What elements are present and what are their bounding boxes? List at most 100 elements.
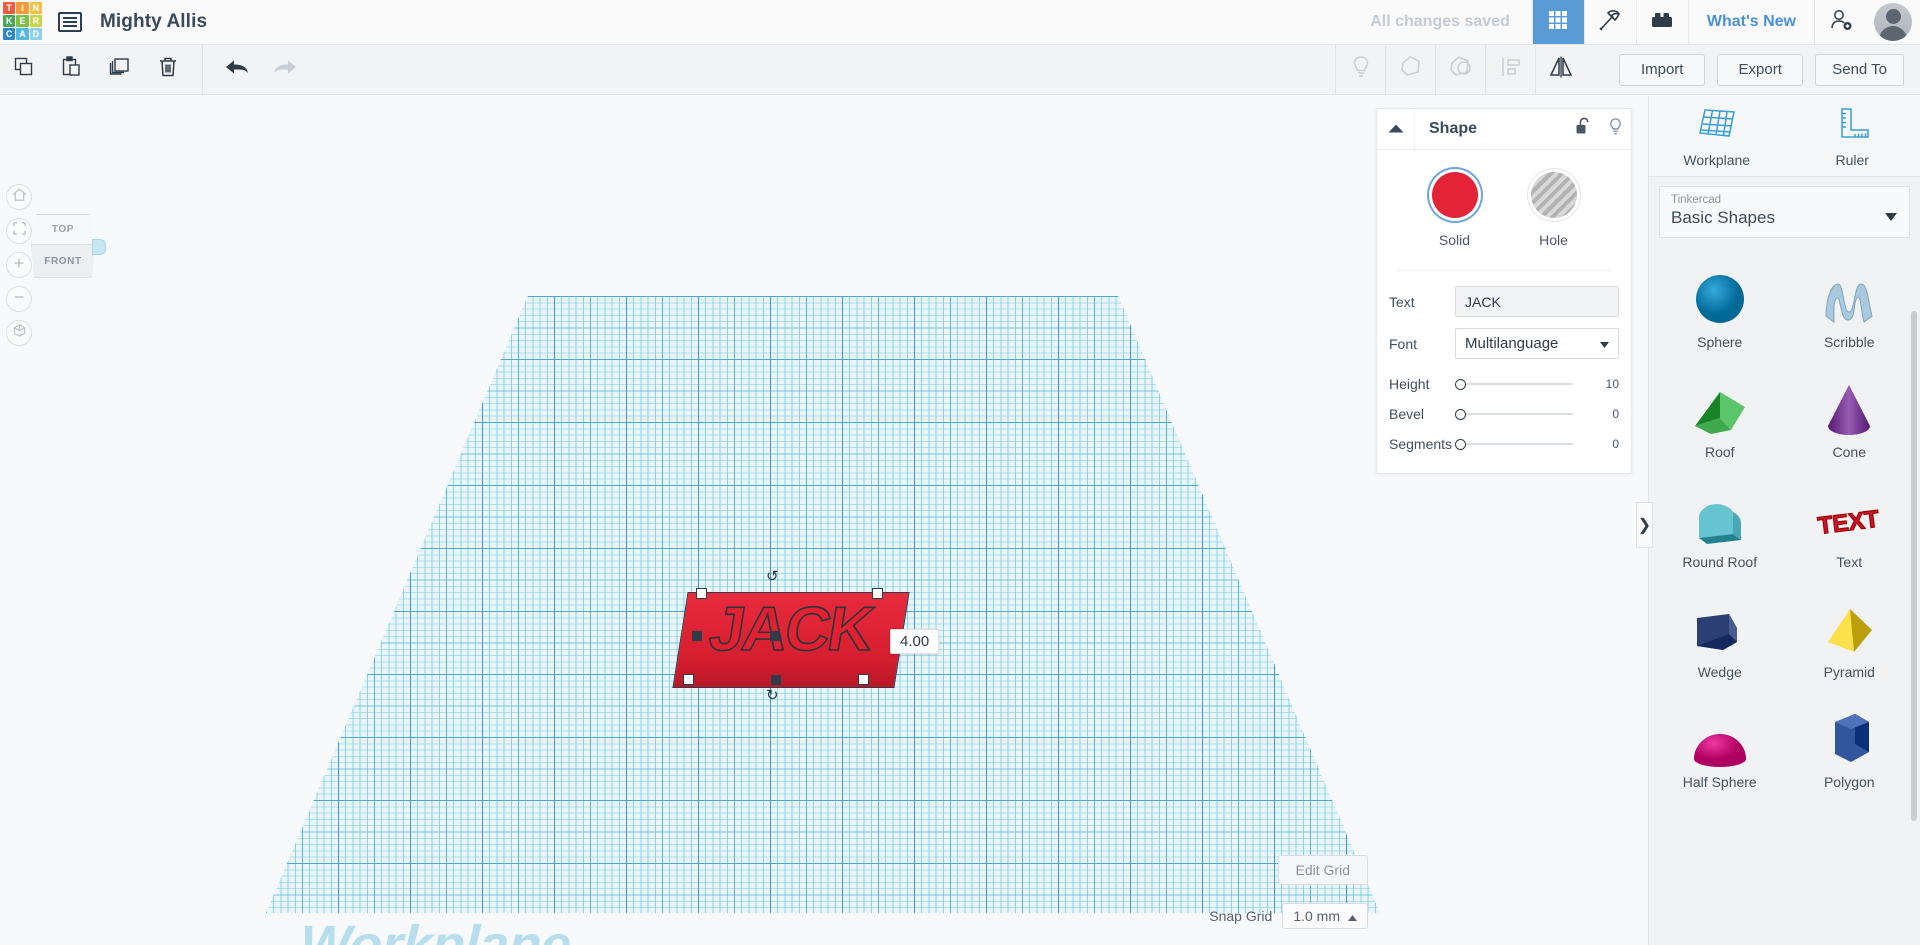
edit-grid-button[interactable]: Edit Grid [1277, 855, 1368, 885]
import-button[interactable]: Import [1619, 53, 1706, 86]
lightbulb-icon [1349, 54, 1373, 85]
rotate-handle-bottom[interactable]: ↻ [766, 686, 779, 704]
trash-icon [156, 55, 180, 84]
invite-user-button[interactable] [1814, 0, 1866, 44]
library-shape-roof[interactable]: Roof [1655, 360, 1785, 470]
ruler-tool[interactable]: Ruler [1785, 96, 1920, 176]
rotate-handle-top[interactable]: ↺ [766, 567, 779, 585]
delete-button[interactable] [144, 45, 192, 95]
segments-slider-knob[interactable] [1455, 438, 1466, 450]
group-button[interactable] [1335, 44, 1385, 95]
export-button[interactable]: Export [1717, 53, 1804, 86]
home-view-button[interactable] [6, 184, 32, 210]
bevel-slider-row: Bevel 0 [1389, 399, 1619, 429]
bevel-slider-label: Bevel [1389, 406, 1425, 422]
shape-light-button[interactable] [1599, 117, 1631, 142]
view-cube-top-face[interactable]: TOP [31, 214, 95, 245]
header-spacer [207, 0, 1370, 44]
height-slider[interactable] [1455, 374, 1587, 394]
redo-button[interactable] [261, 45, 309, 95]
library-shape-round-roof[interactable]: Round Roof [1655, 470, 1785, 580]
minecraft-button[interactable] [1583, 0, 1636, 44]
user-avatar-image [1874, 3, 1912, 41]
shape-panel-header: Shape [1377, 108, 1631, 150]
workplane-tool[interactable]: Workplane [1649, 96, 1785, 176]
logo-tile-e: E [16, 15, 29, 27]
logo-tile-t: T [3, 2, 16, 14]
page-title: Mighty Allis [100, 11, 208, 32]
avatar[interactable] [1866, 0, 1920, 44]
shape-panel-collapse-button[interactable] [1377, 108, 1415, 150]
cube-view-icon [12, 323, 27, 343]
align-button[interactable] [1485, 44, 1535, 95]
paste-button[interactable] [48, 45, 96, 95]
resize-handle-br[interactable] [858, 674, 869, 685]
library-shape-label: Polygon [1823, 774, 1875, 790]
resize-handle-tr[interactable] [872, 588, 883, 599]
library-shape-sphere[interactable]: Sphere [1655, 250, 1785, 360]
project-menu-button[interactable] [44, 0, 96, 44]
apps-grid-button[interactable] [1531, 0, 1584, 44]
resize-handle-bl[interactable] [683, 674, 694, 685]
hole-group-button[interactable] [1435, 44, 1485, 95]
view-cube[interactable]: TOP FRONT [28, 214, 106, 278]
chevron-up-icon [1388, 120, 1404, 138]
zoom-out-button[interactable] [6, 286, 32, 312]
library-shape-text[interactable]: TEXT Text [1785, 470, 1915, 580]
bevel-slider[interactable] [1455, 404, 1587, 424]
height-slider-value: 10 [1605, 377, 1619, 391]
height-slider-knob[interactable] [1455, 378, 1466, 390]
zoom-in-button[interactable] [6, 252, 32, 278]
view-cube-front-face[interactable]: FRONT [31, 245, 95, 278]
snap-grid-select[interactable]: 1.0 mm [1282, 903, 1368, 929]
scribble-icon [1785, 266, 1915, 328]
logo-tile-d: D [29, 28, 42, 40]
library-shape-cone[interactable]: Cone [1785, 360, 1915, 470]
shape-mode-solid[interactable]: Solid [1412, 172, 1498, 248]
library-collapse-tab[interactable]: ❯ [1636, 502, 1653, 548]
library-shape-half-sphere[interactable]: Half Sphere [1655, 690, 1785, 800]
font-select[interactable]: Multilanguage [1455, 328, 1619, 359]
tinkercad-logo[interactable]: TIN KER CAD [0, 0, 44, 42]
resize-handle-bottom[interactable] [771, 675, 781, 685]
copy-button[interactable] [0, 45, 48, 95]
library-shape-pyramid[interactable]: Pyramid [1785, 580, 1915, 690]
polygon-circle-icon [1448, 54, 1474, 85]
blocks-button[interactable] [1635, 0, 1688, 44]
library-shape-label: Pyramid [1823, 664, 1875, 680]
height-slider-row: Height 10 [1389, 369, 1619, 399]
resize-handle-left[interactable] [692, 631, 702, 641]
snap-grid-label: Snap Grid [1209, 908, 1273, 924]
ungroup-button[interactable] [1385, 44, 1435, 95]
ortho-perspective-button[interactable] [6, 320, 32, 346]
segments-slider[interactable] [1455, 434, 1587, 454]
shape-mode-selector: Solid Hole [1389, 168, 1619, 248]
library-shape-label: Round Roof [1682, 554, 1758, 570]
library-shape-polygon[interactable]: Polygon [1785, 690, 1915, 800]
resize-handle-tl[interactable] [696, 588, 707, 599]
view-cube-right-face[interactable] [92, 239, 106, 255]
library-shape-wedge[interactable]: Wedge [1655, 580, 1785, 690]
shape-lock-button[interactable] [1567, 117, 1599, 141]
selected-shape-jack[interactable]: JACK ↺ ↻ 4.00 [672, 568, 940, 704]
half-sphere-icon [1655, 706, 1785, 768]
pickaxe-icon [1597, 7, 1623, 38]
ruler-tool-label: Ruler [1835, 152, 1869, 168]
whats-new-link[interactable]: What's New [1687, 0, 1814, 44]
fit-view-button[interactable] [6, 218, 32, 244]
library-category-dropdown[interactable]: Tinkercad Basic Shapes [1659, 186, 1910, 238]
undo-button[interactable] [213, 45, 261, 95]
shape-mode-hole[interactable]: Hole [1511, 172, 1597, 248]
duplicate-button[interactable] [96, 45, 144, 95]
library-shape-scribble[interactable]: Scribble [1785, 250, 1915, 360]
polygon-icon [1398, 54, 1424, 85]
text-input[interactable]: JACK [1455, 286, 1619, 317]
bevel-slider-knob[interactable] [1455, 408, 1466, 420]
send-to-button[interactable]: Send To [1815, 53, 1904, 86]
text-field-label: Text [1389, 293, 1415, 310]
mirror-button[interactable] [1535, 44, 1585, 95]
library-shape-label: Wedge [1697, 664, 1742, 680]
shape-mode-hole-label: Hole [1539, 232, 1568, 248]
library-scrollbar[interactable] [1911, 311, 1917, 821]
height-handle[interactable] [770, 631, 780, 641]
